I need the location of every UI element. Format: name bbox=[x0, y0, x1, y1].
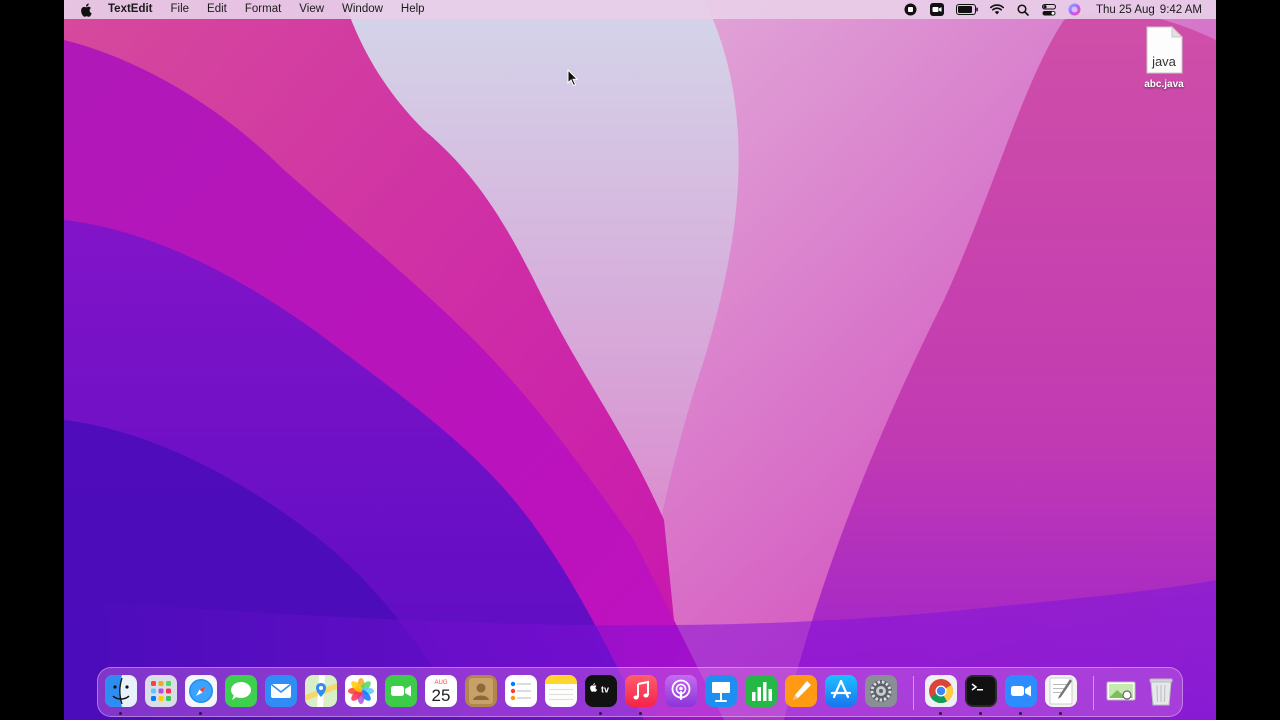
calendar-icon[interactable]: AUG 25 bbox=[425, 675, 457, 707]
trash-icon[interactable] bbox=[1145, 675, 1177, 707]
desktop-wallpaper bbox=[64, 0, 1216, 720]
dock-separator bbox=[1093, 676, 1094, 710]
launchpad-icon[interactable] bbox=[145, 675, 177, 707]
textedit-running-indicator bbox=[1059, 712, 1062, 715]
photos-icon[interactable] bbox=[345, 675, 377, 707]
terminal-icon[interactable] bbox=[965, 675, 997, 707]
tv-running-indicator bbox=[599, 712, 602, 715]
menu-bar: TextEdit File Edit Format View Window He… bbox=[64, 0, 1216, 19]
desktop-file-abc-java[interactable]: java abc.java bbox=[1132, 25, 1196, 98]
finder-running-indicator bbox=[119, 712, 122, 715]
control-center-icon[interactable] bbox=[1036, 0, 1062, 19]
facetime-icon[interactable] bbox=[385, 675, 417, 707]
menu-bar-clock[interactable]: Thu 25 Aug 9:42 AM bbox=[1088, 4, 1202, 16]
pages-icon[interactable] bbox=[785, 675, 817, 707]
chrome-running-indicator bbox=[939, 712, 942, 715]
music-icon[interactable] bbox=[625, 675, 657, 707]
menu-app-name[interactable]: TextEdit bbox=[108, 0, 162, 19]
textedit-icon[interactable] bbox=[1045, 675, 1077, 707]
podcasts-icon[interactable] bbox=[665, 675, 697, 707]
menu-view[interactable]: View bbox=[290, 0, 333, 19]
zoom-running-indicator bbox=[1019, 712, 1022, 715]
apple-menu-icon[interactable] bbox=[64, 0, 108, 19]
tv-label: tv bbox=[601, 685, 609, 695]
numbers-icon[interactable] bbox=[745, 675, 777, 707]
chrome-icon[interactable] bbox=[925, 675, 957, 707]
app-store-icon[interactable] bbox=[825, 675, 857, 707]
mail-icon[interactable] bbox=[265, 675, 297, 707]
wifi-icon[interactable] bbox=[984, 0, 1010, 19]
clock-date: Thu 25 Aug bbox=[1095, 3, 1155, 16]
java-file-icon: java bbox=[1145, 25, 1184, 74]
maps-icon[interactable] bbox=[305, 675, 337, 707]
zoom-icon[interactable] bbox=[1005, 675, 1037, 707]
menu-window[interactable]: Window bbox=[333, 0, 392, 19]
clock-time: 9:42 AM bbox=[1159, 3, 1202, 16]
calendar-day-label: 25 bbox=[432, 686, 451, 705]
music-running-indicator bbox=[639, 712, 642, 715]
system-preferences-icon[interactable] bbox=[865, 675, 897, 707]
mouse-pointer-icon bbox=[567, 69, 579, 87]
battery-icon[interactable] bbox=[950, 0, 984, 19]
menu-format[interactable]: Format bbox=[236, 0, 290, 19]
desktop-screen: TextEdit File Edit Format View Window He… bbox=[64, 0, 1216, 720]
safari-icon[interactable] bbox=[185, 675, 217, 707]
menu-help[interactable]: Help bbox=[392, 0, 434, 19]
siri-icon[interactable] bbox=[1062, 0, 1088, 19]
menu-file[interactable]: File bbox=[162, 0, 199, 19]
terminal-running-indicator bbox=[979, 712, 982, 715]
safari-running-indicator bbox=[199, 712, 202, 715]
notes-icon[interactable] bbox=[545, 675, 577, 707]
apple-tv-icon[interactable]: tv bbox=[585, 675, 617, 707]
facetime-camera-icon[interactable] bbox=[924, 0, 950, 19]
file-type-label: java bbox=[1152, 54, 1176, 69]
spotlight-search-icon[interactable] bbox=[1010, 0, 1036, 19]
dock: AUG 25 tv bbox=[97, 667, 1183, 717]
reminders-icon[interactable] bbox=[505, 675, 537, 707]
screen-record-icon[interactable] bbox=[898, 0, 924, 19]
keynote-icon[interactable] bbox=[705, 675, 737, 707]
messages-icon[interactable] bbox=[225, 675, 257, 707]
finder-icon[interactable] bbox=[105, 675, 137, 707]
preview-icon[interactable] bbox=[1105, 675, 1137, 707]
menu-edit[interactable]: Edit bbox=[198, 0, 236, 19]
contacts-icon[interactable] bbox=[465, 675, 497, 707]
file-name-label: abc.java bbox=[1144, 79, 1184, 90]
dock-separator bbox=[913, 676, 914, 710]
